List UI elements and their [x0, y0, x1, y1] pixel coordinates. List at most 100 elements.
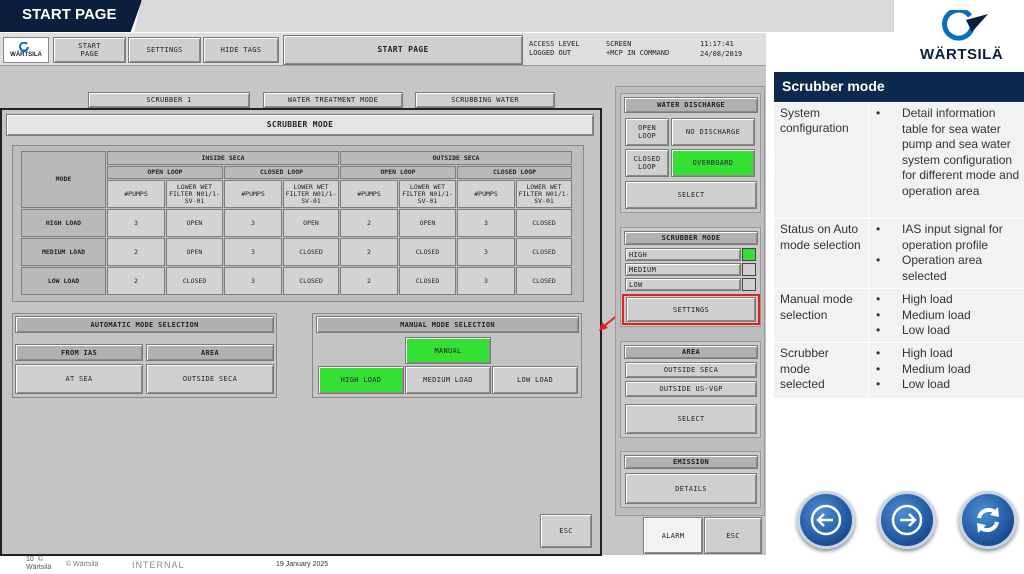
info-bullet-text: Operation area selected — [902, 253, 983, 283]
group-inside-seca: INSIDE SECA — [107, 151, 339, 165]
loop-header: CLOSED LOOP — [224, 166, 339, 179]
footer-company: Wärtsilä — [26, 564, 52, 571]
area-label: AREA — [146, 344, 274, 361]
overboard-button[interactable]: OVERBOARD — [671, 149, 755, 177]
info-bullet-item: Medium load — [902, 361, 971, 376]
mode-medium-indicator — [742, 263, 756, 276]
manual-button[interactable]: MANUAL — [405, 337, 491, 364]
footer-classification: INTERNAL — [132, 560, 185, 570]
col-filter-header: LOWER WET FILTER N01/1-SV-01 — [166, 180, 223, 208]
table-cell: OPEN — [166, 209, 223, 237]
panel-esc-button[interactable]: ESC — [704, 517, 762, 554]
access-level: ACCESS LEVEL LOGGED OUT — [529, 40, 580, 58]
info-bullet-text: High load Medium load Low load — [902, 292, 1022, 339]
refresh-icon — [977, 507, 999, 533]
area-outside-seca: OUTSIDE SECA — [625, 362, 757, 378]
clock: 11:17:41 24/08/2019 — [700, 39, 742, 59]
tab-scrubbing-water[interactable]: SCRUBBING WATER — [415, 92, 555, 108]
scrubber-settings-button[interactable]: SETTINGS — [626, 297, 756, 322]
dialog-esc-button[interactable]: ESC — [540, 514, 592, 548]
emission-title: EMISSION — [624, 455, 758, 469]
dialog-title: SCRUBBER MODE — [6, 114, 594, 136]
discharge-select-button[interactable]: SELECT — [625, 181, 757, 209]
table-cell: CLOSED — [516, 209, 572, 237]
table-cell: 3 — [224, 209, 282, 237]
table-cell: CLOSED — [283, 267, 339, 295]
table-cell: 2 — [340, 209, 398, 237]
table-cell: 3 — [457, 209, 515, 237]
mode-low-label: LOW — [625, 278, 741, 291]
header-grey-band — [134, 0, 894, 32]
back-button[interactable] — [797, 491, 855, 549]
tab-scrubber-1[interactable]: SCRUBBER 1 — [88, 92, 250, 108]
medium-load-button[interactable]: MEDIUM LOAD — [405, 366, 491, 394]
open-loop-label: OPEN LOOP — [625, 118, 669, 146]
row-mode-label: LOW LOAD — [21, 267, 106, 295]
info-header: Scrubber mode — [774, 72, 1024, 102]
table-cell: 3 — [224, 238, 282, 266]
hmi-logo: WÄRTSILÄ — [3, 37, 49, 63]
info-row-label: Manual mode selection — [780, 292, 853, 322]
info-bullet-item: Medium load — [902, 307, 971, 322]
access-level-status: LOGGED OUT — [529, 49, 572, 57]
info-column-divider — [868, 103, 869, 398]
col-pumps-header: #PUMPS — [340, 180, 398, 208]
area-outside-us-vgp: OUTSIDE US-VGP — [625, 381, 757, 397]
start-page-button[interactable]: START PAGE — [53, 37, 126, 63]
info-bullet-item: High load — [902, 346, 953, 360]
alarm-button[interactable]: ALARM — [643, 517, 703, 554]
hmi-page-title: START PAGE — [283, 35, 523, 65]
footer-copyright-symbol: © — [37, 556, 43, 563]
brand-logo: WÄRTSILÄ — [920, 10, 1004, 65]
col-filter-header: LOWER WET FILTER N01/1-SV-01 — [516, 180, 572, 208]
footer-page: 10 © Wärtsilä — [26, 556, 51, 572]
area-select-button[interactable]: SELECT — [625, 404, 757, 434]
mode-low-indicator — [742, 278, 756, 291]
table-cell: 3 — [224, 267, 282, 295]
brand-name: WÄRTSILÄ — [920, 46, 1004, 63]
row-mode-label: MEDIUM LOAD — [21, 238, 106, 266]
table-cell: OPEN — [283, 209, 339, 237]
info-bullet-text: Detail information table for sea water p… — [902, 106, 1020, 198]
auto-mode-title: AUTOMATIC MODE SELECTION — [15, 316, 274, 333]
group-outside-seca: OUTSIDE SECA — [340, 151, 572, 165]
slide-title: START PAGE — [22, 6, 117, 23]
table-mode-header: MODE — [21, 151, 106, 208]
table-cell: 3 — [457, 267, 515, 295]
info-bullet: • • • — [876, 346, 881, 391]
table-cell: 2 — [340, 238, 398, 266]
table-cell: CLOSED — [516, 238, 572, 266]
refresh-button[interactable] — [959, 491, 1017, 549]
scrubber-mode-title: SCRUBBER MODE — [624, 231, 758, 245]
table-cell: OPEN — [166, 238, 223, 266]
footer-page-number: 10 — [26, 556, 34, 563]
loop-header: CLOSED LOOP — [457, 166, 572, 179]
emission-details-button[interactable]: DETAILS — [625, 473, 757, 504]
info-bullet-item: High load — [902, 292, 953, 306]
table-cell: 3 — [107, 209, 165, 237]
hide-tags-button[interactable]: HIDE TAGS — [203, 37, 279, 63]
screen-status: SCREEN +MCP IN COMMAND — [606, 40, 669, 58]
table-cell: 2 — [107, 238, 165, 266]
info-bullet: • — [876, 253, 881, 267]
low-load-button[interactable]: LOW LOAD — [492, 366, 578, 394]
screen-status-text: +MCP IN COMMAND — [606, 49, 670, 57]
from-ias-value: AT SEA — [15, 364, 143, 394]
hmi-logo-text: WÄRTSILÄ — [10, 52, 42, 58]
tab-water-treatment-mode[interactable]: WATER TREATMENT MODE — [263, 92, 403, 108]
no-discharge-button[interactable]: NO DISCHARGE — [671, 118, 755, 146]
settings-nav-button[interactable]: SETTINGS — [128, 37, 201, 63]
col-filter-header: LOWER WET FILTER N01/1-SV-01 — [283, 180, 339, 208]
forward-button[interactable] — [878, 491, 936, 549]
info-divider — [774, 342, 1024, 343]
row-mode-label: HIGH LOAD — [21, 209, 106, 237]
water-discharge-title: WATER DISCHARGE — [624, 97, 758, 113]
footer-copyright: © Wärtsilä — [66, 561, 99, 568]
col-pumps-header: #PUMPS — [107, 180, 165, 208]
table-cell: CLOSED — [399, 238, 456, 266]
clock-date: 24/08/2019 — [700, 50, 743, 58]
info-divider — [774, 288, 1024, 289]
table-cell: CLOSED — [399, 267, 456, 295]
high-load-button[interactable]: HIGH LOAD — [318, 366, 404, 394]
info-bullet-text: High load Medium load Low load — [902, 346, 1022, 393]
